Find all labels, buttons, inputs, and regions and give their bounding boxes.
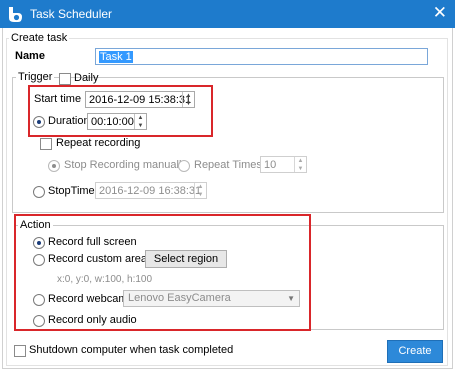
repeat-times-value: 10 <box>264 159 277 171</box>
stop-time-value: 2016-12-09 16:38:31 <box>99 185 202 197</box>
dialog-content: Create task Name Task 1 Trigger Daily St… <box>2 28 453 369</box>
highlight-box-trigger <box>28 85 213 137</box>
spin-up-icon[interactable]: ▲ <box>195 183 206 191</box>
title-bar: Task Scheduler ✕ <box>0 0 455 28</box>
name-label: Name <box>15 50 45 62</box>
daily-label: Daily <box>74 72 99 84</box>
stop-manually-label: Stop Recording manually <box>64 159 187 171</box>
spin-down-icon[interactable]: ▼ <box>195 191 206 199</box>
window-title: Task Scheduler <box>30 7 113 21</box>
repeat-recording-label: Repeat recording <box>56 137 141 149</box>
stop-time-radio[interactable] <box>33 186 45 198</box>
stop-time-label: StopTime <box>48 185 95 197</box>
daily-checkbox[interactable] <box>59 73 71 85</box>
stop-manually-radio[interactable] <box>48 160 60 172</box>
repeat-times-spinner[interactable]: ▲ ▼ <box>294 157 306 172</box>
repeat-times-label: Repeat Times <box>194 159 262 171</box>
spin-up-icon[interactable]: ▲ <box>295 157 306 165</box>
repeat-recording-checkbox[interactable] <box>40 138 52 150</box>
shutdown-label: Shutdown computer when task completed <box>29 344 234 356</box>
stop-time-spinner[interactable]: ▲ ▼ <box>194 183 206 198</box>
trigger-label: Trigger <box>16 71 55 83</box>
create-task-label: Create task <box>9 32 70 44</box>
spin-down-icon[interactable]: ▼ <box>295 165 306 173</box>
repeat-times-radio[interactable] <box>178 160 190 172</box>
name-input-value: Task 1 <box>99 51 133 63</box>
app-logo-icon <box>9 7 22 22</box>
shutdown-checkbox[interactable] <box>14 345 26 357</box>
name-input[interactable]: Task 1 <box>95 48 428 65</box>
create-button[interactable]: Create <box>387 340 443 363</box>
highlight-box-action <box>14 214 311 331</box>
stop-time-input[interactable]: 2016-12-09 16:38:31 ▲ ▼ <box>95 182 207 199</box>
close-icon[interactable]: ✕ <box>433 4 447 22</box>
repeat-times-input[interactable]: 10 ▲ ▼ <box>260 156 307 173</box>
